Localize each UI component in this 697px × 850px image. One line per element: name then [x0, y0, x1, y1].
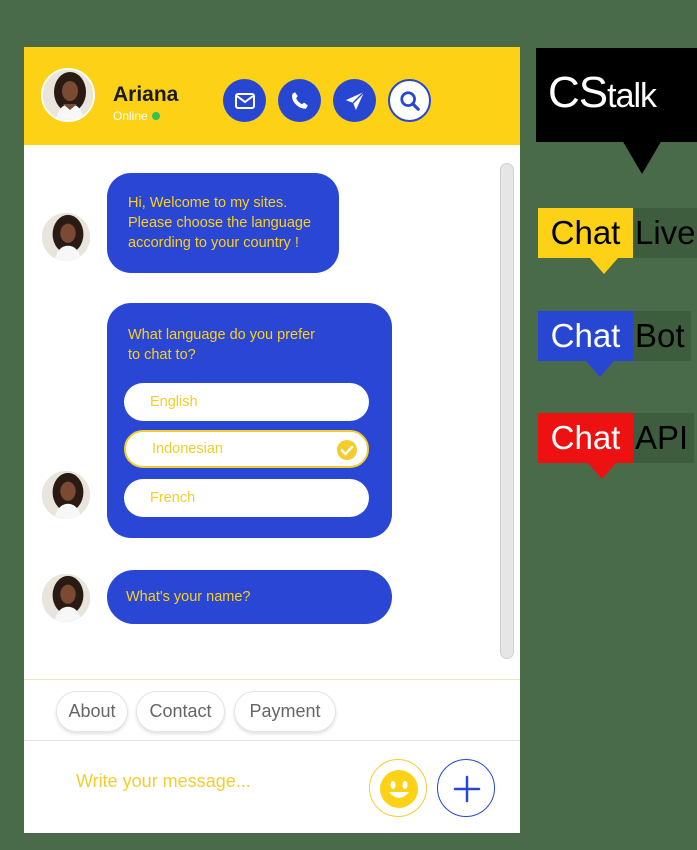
status-label: Online	[113, 109, 148, 123]
tag-suffix: API	[633, 413, 695, 463]
tag-tail-yellow	[590, 258, 618, 274]
cstalk-logo: CStalk	[536, 48, 697, 142]
send-button[interactable]	[333, 79, 376, 122]
avatar[interactable]	[41, 68, 95, 122]
avatar	[40, 211, 92, 263]
paper-plane-icon	[345, 90, 365, 110]
quick-reply-contact[interactable]: Contact	[136, 691, 225, 732]
option-label: French	[150, 490, 196, 506]
message-text: What language do you prefer to chat to?	[128, 327, 316, 363]
plus-icon	[453, 775, 481, 803]
quick-reply-payment[interactable]: Payment	[234, 691, 336, 732]
tag-chip: Chat	[538, 413, 633, 463]
option-label: Indonesian	[152, 441, 223, 457]
tag-tail-red	[588, 463, 616, 479]
search-button[interactable]	[388, 79, 431, 122]
smiley-icon	[380, 770, 418, 808]
envelope-icon	[234, 92, 255, 109]
message-list[interactable]: Hi, Welcome to my sites. Please choose t…	[24, 145, 520, 677]
call-button[interactable]	[278, 79, 321, 122]
avatar	[40, 469, 92, 521]
language-option-french[interactable]: French	[124, 479, 369, 517]
logo-speech-tail	[622, 140, 662, 174]
chat-header: Ariana Online	[24, 47, 520, 145]
check-circle-icon	[337, 440, 357, 460]
email-button[interactable]	[223, 79, 266, 122]
message-composer	[24, 741, 520, 833]
tag-tail-blue	[586, 361, 614, 377]
message-bubble: What's your name?	[107, 570, 392, 624]
tag-suffix: Bot	[633, 311, 691, 361]
attach-button[interactable]	[437, 759, 495, 817]
search-icon	[399, 90, 420, 111]
tag-chat-live: Chat Live	[538, 208, 697, 258]
tag-chat-api: Chat API	[538, 413, 695, 463]
option-label: English	[150, 394, 198, 410]
language-question-bubble: What language do you prefer to chat to? …	[107, 303, 392, 538]
tag-chip: Chat	[538, 208, 633, 258]
message-text: Hi, Welcome to my sites. Please choose t…	[128, 195, 312, 251]
logo-cs: CS	[548, 68, 608, 117]
tag-suffix: Live	[633, 208, 697, 258]
language-option-indonesian[interactable]: Indonesian	[124, 430, 369, 468]
contact-name: Ariana	[113, 83, 179, 106]
tag-chat-bot: Chat Bot	[538, 311, 691, 361]
quick-replies: About Contact Payment	[24, 679, 520, 741]
avatar	[40, 572, 92, 624]
message-bubble: Hi, Welcome to my sites. Please choose t…	[107, 173, 339, 273]
online-dot-icon	[151, 112, 160, 120]
tag-chip: Chat	[538, 311, 633, 361]
language-option-english[interactable]: English	[124, 383, 369, 421]
logo-talk: talk	[607, 77, 657, 115]
emoji-button[interactable]	[369, 759, 427, 817]
chat-widget: Ariana Online Hi, Welcome to my sites. P…	[24, 47, 520, 833]
scrollbar[interactable]	[500, 163, 514, 659]
quick-reply-about[interactable]: About	[56, 691, 128, 732]
phone-icon	[291, 91, 308, 109]
message-input[interactable]	[76, 771, 376, 792]
online-status: Online	[113, 109, 160, 123]
message-text: What's your name?	[126, 589, 251, 605]
